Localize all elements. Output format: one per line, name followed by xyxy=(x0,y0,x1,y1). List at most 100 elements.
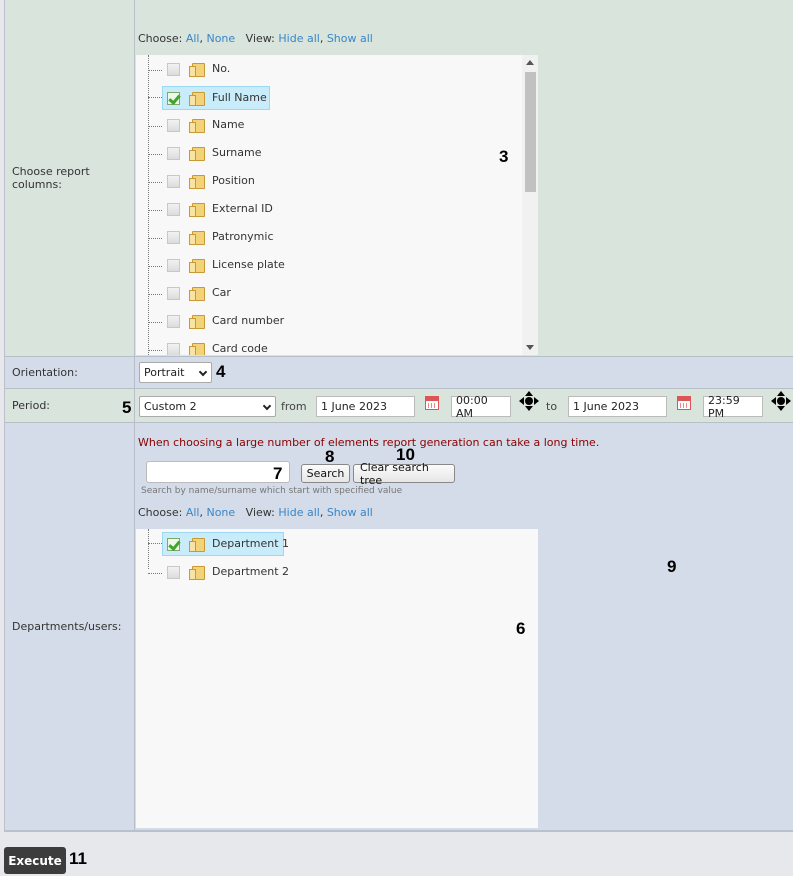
column-label: Card number xyxy=(212,314,285,327)
tree-connector xyxy=(148,322,162,323)
choose-label: Choose: xyxy=(138,506,183,519)
orientation-value: Portrait xyxy=(144,366,185,379)
execute-button[interactable]: Execute xyxy=(4,847,66,874)
column-label: Surname xyxy=(212,146,262,159)
tree-connector xyxy=(148,70,162,71)
folder-icon xyxy=(189,92,205,106)
column-item-name[interactable]: Name xyxy=(136,115,436,137)
scroll-thumb[interactable] xyxy=(525,72,536,192)
column-checkbox[interactable] xyxy=(167,315,180,328)
column-item-card-code[interactable]: Card code xyxy=(136,339,436,355)
column-checkbox[interactable] xyxy=(167,175,180,188)
column-checkbox[interactable] xyxy=(167,147,180,160)
department-checkbox[interactable] xyxy=(167,566,180,579)
to-label: to xyxy=(546,400,558,413)
folder-icon xyxy=(189,231,205,245)
column-label: Patronymic xyxy=(212,230,274,243)
column-checkbox[interactable] xyxy=(167,259,180,272)
tree-connector xyxy=(148,182,162,183)
callout-11: 11 xyxy=(69,849,87,868)
calendar-icon[interactable] xyxy=(677,396,691,410)
tree-connector xyxy=(148,573,162,574)
column-item-no[interactable]: No. xyxy=(136,59,436,81)
view-label: View: xyxy=(245,506,275,519)
column-item-card-number[interactable]: Card number xyxy=(136,311,436,333)
column-item-external-id[interactable]: External ID xyxy=(136,199,436,221)
column-item-car[interactable]: Car xyxy=(136,283,436,305)
select-all-departments-link[interactable]: All xyxy=(186,506,200,519)
column-checkbox[interactable] xyxy=(167,287,180,300)
calendar-icon[interactable] xyxy=(425,396,439,410)
period-preset-select[interactable]: Custom 2 xyxy=(139,396,276,417)
select-none-columns-link[interactable]: None xyxy=(206,32,235,45)
folder-icon xyxy=(189,566,205,580)
departments-row: Departments/users: When choosing a large… xyxy=(5,423,793,830)
departments-label: Departments/users: xyxy=(5,423,135,830)
folder-icon xyxy=(189,175,205,189)
column-checkbox[interactable] xyxy=(167,231,180,244)
column-label: Full Name xyxy=(212,91,267,104)
folder-icon xyxy=(189,315,205,329)
scroll-up-arrow-icon[interactable] xyxy=(526,60,534,65)
tree-connector xyxy=(148,350,162,351)
column-item-patronymic[interactable]: Patronymic xyxy=(136,227,436,249)
column-item-license-plate[interactable]: License plate xyxy=(136,255,436,277)
chevron-down-icon xyxy=(262,401,272,411)
to-time-input[interactable]: 23:59 PM xyxy=(703,394,763,420)
hide-all-columns-link[interactable]: Hide all xyxy=(278,32,319,45)
from-date-input[interactable]: 1 June 2023 xyxy=(316,396,415,417)
orientation-select[interactable]: Portrait xyxy=(139,362,212,383)
callout-10: 10 xyxy=(396,445,415,464)
folder-icon xyxy=(189,538,205,552)
folder-icon xyxy=(189,147,205,161)
column-label: External ID xyxy=(212,202,273,215)
column-label: Car xyxy=(212,286,231,299)
chevron-down-icon xyxy=(198,367,208,377)
column-item-position[interactable]: Position xyxy=(136,171,436,193)
from-label: from xyxy=(281,400,307,413)
column-item-full-name[interactable]: Full Name xyxy=(136,86,436,110)
column-label: License plate xyxy=(212,258,285,271)
column-label: Name xyxy=(212,118,245,131)
column-label: Card code xyxy=(212,342,268,355)
department-label: Department 2 xyxy=(212,565,290,578)
column-label: Position xyxy=(212,174,255,187)
callout-5: 5 xyxy=(122,398,132,417)
search-input[interactable] xyxy=(146,461,290,483)
folder-icon xyxy=(189,259,205,273)
clear-search-tree-button[interactable]: Clear search tree xyxy=(353,461,455,487)
callout-3: 3 xyxy=(499,147,509,166)
move-icon[interactable] xyxy=(771,391,791,411)
tree-connector xyxy=(148,266,162,267)
show-all-departments-link[interactable]: Show all xyxy=(327,506,373,519)
choose-label: Choose: xyxy=(138,32,183,45)
column-checkbox[interactable] xyxy=(167,63,180,76)
department-item-1[interactable]: Department 1 xyxy=(136,532,436,556)
column-item-surname[interactable]: Surname xyxy=(136,143,436,165)
column-checkbox-checked[interactable] xyxy=(167,92,180,105)
folder-icon xyxy=(189,119,205,133)
columns-tree: No. Full Name Name Surname Position Exte… xyxy=(136,55,538,355)
tree-connector xyxy=(148,97,162,98)
callout-7: 7 xyxy=(273,464,283,483)
show-all-columns-link[interactable]: Show all xyxy=(327,32,373,45)
columns-scrollbar[interactable] xyxy=(522,55,538,355)
scroll-down-arrow-icon[interactable] xyxy=(526,345,534,350)
column-checkbox[interactable] xyxy=(167,203,180,216)
tree-connector xyxy=(148,210,162,211)
column-checkbox[interactable] xyxy=(167,343,180,355)
move-icon[interactable] xyxy=(519,391,539,411)
from-time-input[interactable]: 00:00 AM xyxy=(451,394,511,420)
folder-icon xyxy=(189,63,205,77)
tree-connector xyxy=(148,126,162,127)
department-checkbox-checked[interactable] xyxy=(167,538,180,551)
department-item-2[interactable]: Department 2 xyxy=(136,562,436,584)
hide-all-departments-link[interactable]: Hide all xyxy=(278,506,319,519)
period-label: Period: xyxy=(5,389,135,422)
to-date-input[interactable]: 1 June 2023 xyxy=(568,396,667,417)
column-checkbox[interactable] xyxy=(167,119,180,132)
report-columns-row: Choose report columns: Choose: All, None… xyxy=(5,0,793,357)
select-none-departments-link[interactable]: None xyxy=(206,506,235,519)
select-all-columns-link[interactable]: All xyxy=(186,32,200,45)
department-label: Department 1 xyxy=(212,537,290,550)
